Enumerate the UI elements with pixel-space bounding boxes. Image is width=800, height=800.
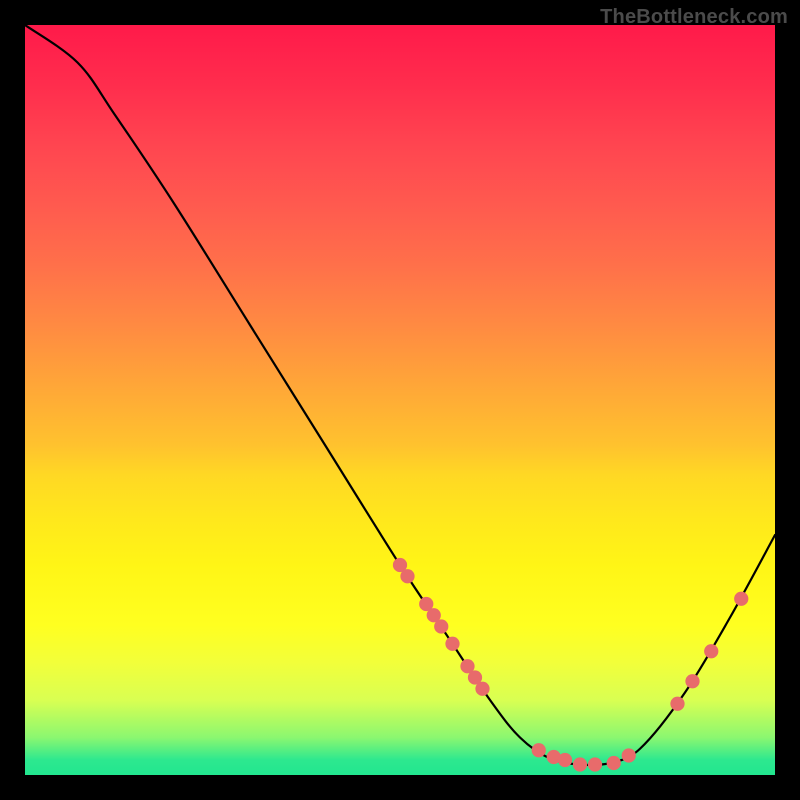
data-marker xyxy=(532,743,546,757)
data-marker xyxy=(400,569,414,583)
data-marker xyxy=(573,757,587,771)
data-marker xyxy=(734,592,748,606)
data-marker xyxy=(704,644,718,658)
data-marker xyxy=(622,748,636,762)
data-markers xyxy=(393,558,749,772)
data-marker xyxy=(607,756,621,770)
data-marker xyxy=(670,697,684,711)
data-marker xyxy=(588,757,602,771)
data-marker xyxy=(558,753,572,767)
plot-area xyxy=(25,25,775,775)
data-marker xyxy=(685,674,699,688)
data-marker xyxy=(475,682,489,696)
data-marker xyxy=(434,619,448,633)
bottleneck-curve xyxy=(25,25,775,765)
chart-svg xyxy=(25,25,775,775)
chart-container: TheBottleneck.com xyxy=(0,0,800,800)
data-marker xyxy=(445,637,459,651)
